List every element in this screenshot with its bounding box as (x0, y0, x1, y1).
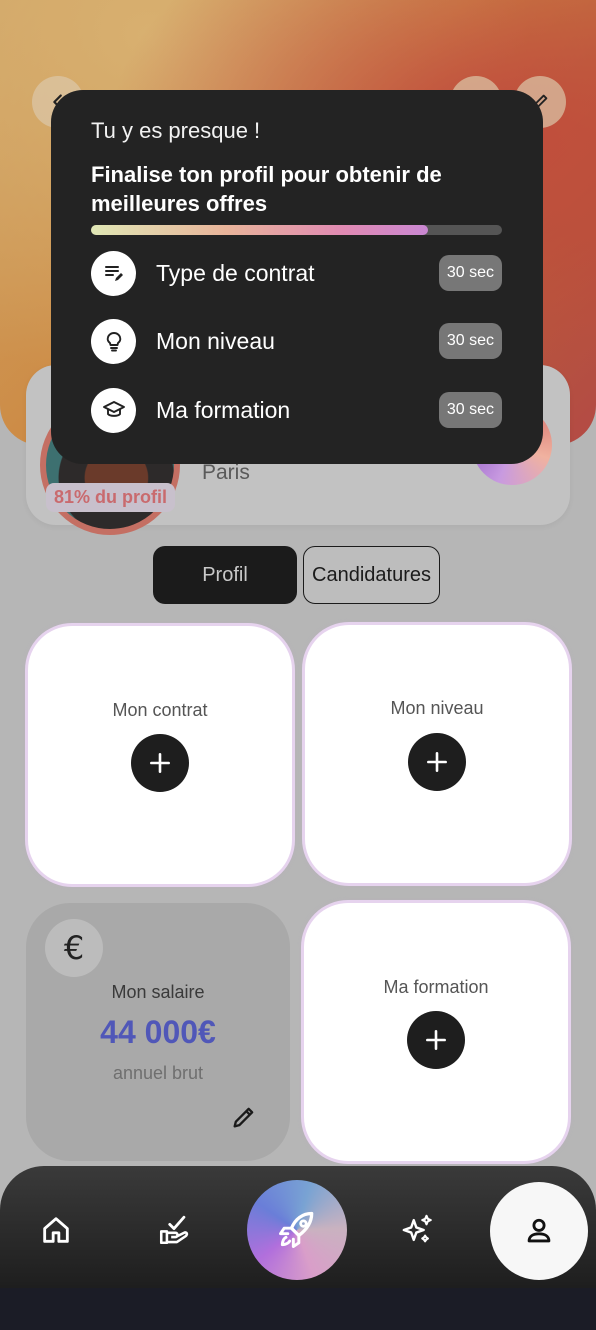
plus-icon (150, 753, 170, 773)
popup-kicker: Tu y es presque ! (91, 118, 261, 143)
home-icon (43, 1217, 69, 1243)
nav-applications[interactable] (154, 1210, 194, 1250)
nav-home[interactable] (36, 1210, 76, 1250)
tab-profil[interactable]: Profil (153, 546, 297, 604)
profile-icon (527, 1218, 551, 1243)
nav-profile[interactable] (490, 1182, 588, 1280)
tile-label: Mon niveau (390, 698, 484, 718)
salary-sub: annuel brut (112, 1063, 204, 1083)
sparkles-icon (402, 1214, 432, 1243)
salary-value: 44 000€ (100, 1014, 216, 1050)
nav-rocket[interactable] (247, 1180, 347, 1280)
task-label: Mon niveau (156, 327, 275, 354)
rocket-icon (279, 1211, 314, 1248)
add-contrat-button[interactable] (131, 734, 189, 792)
lightbulb-icon (91, 318, 136, 364)
popup-title: Finalise ton profil pour obtenir de meil… (91, 162, 442, 216)
profile-completion-popup: Tu y es presque ! Finalise ton profil po… (51, 90, 543, 464)
plus-icon (426, 1030, 446, 1050)
tile-mon-niveau[interactable]: Mon niveau (305, 625, 569, 883)
pencil-icon[interactable] (230, 1103, 258, 1131)
applications-icon (159, 1215, 189, 1245)
system-navigation-strip (0, 1288, 596, 1330)
tile-label: Mon contrat (112, 700, 208, 720)
tile-mon-contrat[interactable]: Mon contrat (28, 626, 292, 884)
task-duration-badge: 30 sec (438, 255, 502, 291)
task-duration-badge: 30 sec (438, 323, 502, 359)
euro-icon: € (45, 919, 103, 977)
task-mon-niveau[interactable]: Mon niveau 30 sec (91, 318, 502, 364)
task-label: Type de contrat (156, 259, 315, 286)
task-type-contrat[interactable]: Type de contrat 30 sec (91, 250, 502, 296)
add-formation-button[interactable] (407, 1011, 465, 1069)
task-duration-badge: 30 sec (438, 392, 502, 428)
add-niveau-button[interactable] (408, 733, 466, 791)
tile-label: Ma formation (383, 977, 489, 997)
profile-progress-fill (91, 225, 429, 235)
salary-label: Mon salaire (111, 982, 205, 1002)
task-ma-formation[interactable]: Ma formation 30 sec (91, 387, 502, 433)
profile-city: Paris (202, 461, 250, 484)
tab-candidatures[interactable]: Candidatures (303, 546, 440, 604)
tile-mon-salaire[interactable]: € Mon salaire 44 000€ annuel brut (26, 903, 290, 1161)
task-label: Ma formation (156, 396, 291, 423)
profile-progress-bar (91, 225, 502, 235)
profile-completion-badge: 81% du profil (46, 483, 176, 512)
graduation-cap-icon (91, 387, 136, 433)
plus-icon (427, 752, 447, 772)
nav-sparkles[interactable] (396, 1208, 440, 1252)
tile-ma-formation[interactable]: Ma formation (304, 903, 568, 1161)
contract-edit-icon (91, 250, 136, 296)
